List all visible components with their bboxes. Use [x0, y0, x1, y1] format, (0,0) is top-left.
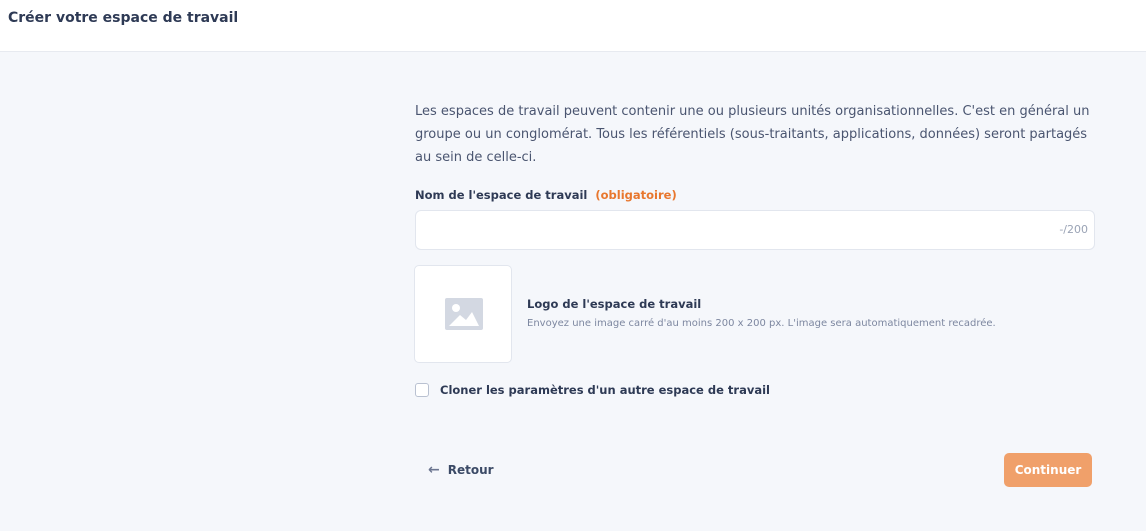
clone-settings-option[interactable]: Cloner les paramètres d'un autre espace …	[415, 381, 770, 399]
required-indicator: (obligatoire)	[595, 188, 677, 202]
clone-settings-label: Cloner les paramètres d'un autre espace …	[440, 383, 770, 397]
arrow-left-icon: ←	[428, 462, 440, 478]
image-placeholder-icon	[445, 298, 483, 330]
workspace-name-label: Nom de l'espace de travail (obligatoire)	[415, 188, 677, 202]
workspace-name-field[interactable]: -/200	[415, 210, 1095, 250]
logo-title: Logo de l'espace de travail	[527, 297, 702, 311]
character-counter: -/200	[1059, 223, 1088, 236]
top-bar: Créer votre espace de travail	[0, 0, 1146, 52]
logo-hint: Envoyez une image carré d'au moins 200 x…	[527, 318, 996, 329]
continue-button[interactable]: Continuer	[1004, 453, 1092, 487]
logo-upload-box[interactable]	[414, 265, 512, 363]
page-title: Créer votre espace de travail	[8, 10, 239, 26]
back-button-label: Retour	[447, 463, 494, 477]
clone-settings-checkbox[interactable]	[415, 383, 429, 397]
workspace-name-label-text: Nom de l'espace de travail	[415, 188, 588, 202]
workspace-name-input[interactable]	[416, 211, 1060, 249]
back-button[interactable]: ← Retour	[428, 461, 494, 479]
intro-text: Les espaces de travail peuvent contenir …	[415, 104, 1090, 165]
